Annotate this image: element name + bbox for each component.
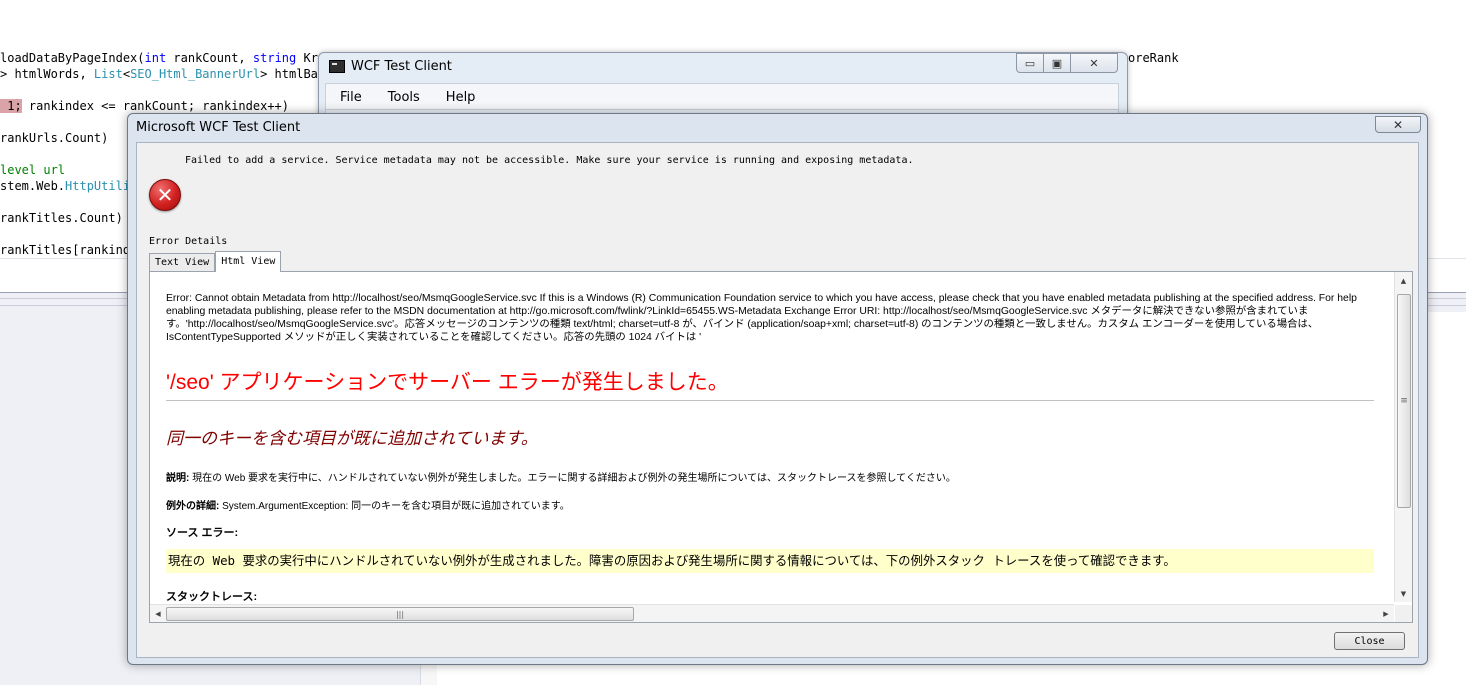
menu-file[interactable]: File — [326, 90, 374, 105]
code-token: loadDataByPageIndex( — [0, 51, 145, 65]
maximize-icon: ▣ — [1051, 56, 1063, 70]
maximize-button[interactable]: ▣ — [1043, 53, 1071, 73]
error-dialog: Microsoft WCF Test Client ✕ Failed to ad… — [127, 113, 1428, 665]
error-message: Failed to add a service. Service metadat… — [185, 155, 914, 166]
menu-help[interactable]: Help — [432, 90, 488, 105]
code-token: string — [252, 51, 297, 65]
description-text: 現在の Web 要求を実行中に、ハンドルされていない例外が発生しました。エラーに… — [192, 473, 956, 484]
window-title-bar[interactable]: WCF Test Client — [329, 59, 452, 74]
menu-tools[interactable]: Tools — [374, 90, 432, 105]
code-token: 1; — [0, 99, 22, 113]
app-console-icon — [329, 60, 345, 73]
vertical-scroll-thumb[interactable]: ≡ — [1397, 294, 1411, 508]
code-line: > htmlWords, List<SEO_Html_BannerUrl> ht… — [0, 67, 325, 81]
scroll-right-arrow-icon[interactable]: ▶ — [1380, 605, 1392, 622]
source-error-label: ソース エラー: — [166, 527, 239, 539]
horizontal-scrollbar[interactable]: ◀ ||| ▶ — [150, 604, 1394, 622]
code-token: int — [144, 51, 167, 65]
exception-heading: 同一のキーを含む項目が既に追加されています。 — [166, 429, 538, 448]
menu-bar: File Tools Help — [325, 83, 1119, 110]
dialog-body: Failed to add a service. Service metadat… — [136, 142, 1419, 658]
exception-text: System.ArgumentException: 同一のキーを含む項目が既に追… — [222, 501, 570, 512]
window-title: WCF Test Client — [351, 59, 452, 74]
metadata-error-text: Error: Cannot obtain Metadata from http:… — [166, 293, 1357, 343]
window-close-button[interactable]: ✕ — [1070, 53, 1118, 73]
dialog-close-button[interactable]: ✕ — [1375, 116, 1421, 133]
html-view-pane[interactable]: Error: Cannot obtain Metadata from http:… — [149, 271, 1413, 623]
code-line: stem.Web.HttpUtili — [0, 179, 130, 193]
grip-icon: ≡ — [1400, 396, 1408, 406]
code-token: level url — [0, 163, 66, 177]
scroll-down-arrow-icon[interactable]: ▼ — [1395, 585, 1412, 602]
source-error-box: 現在の Web 要求の実行中にハンドルされていない例外が生成されました。障害の原… — [166, 549, 1374, 573]
exception-detail-line: 例外の詳細: System.ArgumentException: 同一のキーを含… — [166, 497, 570, 512]
close-icon: ✕ — [1089, 56, 1099, 70]
code-token: rankTitles.Count) — [0, 211, 123, 225]
exception-label: 例外の詳細: — [166, 501, 220, 512]
code-token: List — [93, 67, 123, 81]
code-line: rankTitles[rankind — [0, 243, 130, 257]
error-details-label: Error Details — [149, 236, 228, 247]
code-token: rankCount, — [166, 51, 253, 65]
heading-divider — [166, 400, 1374, 401]
tab-text-view[interactable]: Text View — [149, 253, 216, 272]
code-token: < — [122, 67, 131, 81]
horizontal-scroll-thumb[interactable]: ||| — [166, 607, 634, 621]
html-view-content: Error: Cannot obtain Metadata from http:… — [166, 272, 1376, 602]
code-line: rankUrls.Count) — [0, 131, 108, 145]
grip-icon: ||| — [395, 609, 405, 619]
scroll-left-arrow-icon[interactable]: ◀ — [152, 605, 164, 622]
code-token: SEO_Html_BannerUrl — [130, 67, 261, 81]
code-line: rankTitles.Count) — [0, 211, 123, 225]
code-line: 1; rankindex <= rankCount; rankindex++) — [0, 99, 289, 113]
stack-trace-label: スタックトレース: — [166, 591, 258, 602]
scroll-corner — [1395, 605, 1412, 622]
tab-html-view[interactable]: Html View — [215, 251, 282, 272]
server-error-heading: '/seo' アプリケーションでサーバー エラーが発生しました。 — [166, 371, 729, 394]
description-line: 説明: 現在の Web 要求を実行中に、ハンドルされていない例外が発生しました。… — [166, 469, 956, 484]
code-token: rankUrls.Count) — [0, 131, 109, 145]
error-icon: ✕ — [149, 179, 181, 211]
description-label: 説明: — [166, 473, 190, 484]
code-token: > htmlBan — [260, 67, 326, 81]
code-token: HttpUtili — [65, 179, 131, 193]
code-line: level url — [0, 163, 65, 177]
code-fragment-right: oreRank — [1128, 51, 1179, 65]
scroll-up-arrow-icon[interactable]: ▲ — [1395, 272, 1412, 289]
code-token: rankTitles[rankind — [0, 243, 131, 257]
minimize-button[interactable]: ▭ — [1016, 53, 1044, 73]
details-tabs: Text View Html View — [149, 251, 282, 272]
code-line: loadDataByPageIndex(int rankCount, strin… — [0, 51, 325, 65]
dialog-title: Microsoft WCF Test Client — [136, 120, 301, 135]
close-button[interactable]: Close — [1334, 632, 1405, 650]
minimize-icon: ▭ — [1024, 56, 1036, 70]
close-icon: ✕ — [1392, 117, 1404, 132]
vertical-scrollbar[interactable]: ▲ ≡ ▼ — [1394, 272, 1412, 602]
code-token: stem.Web. — [0, 179, 66, 193]
code-token: rankindex <= rankCount; rankindex++) — [21, 99, 289, 113]
code-token: > htmlWords, — [0, 67, 94, 81]
